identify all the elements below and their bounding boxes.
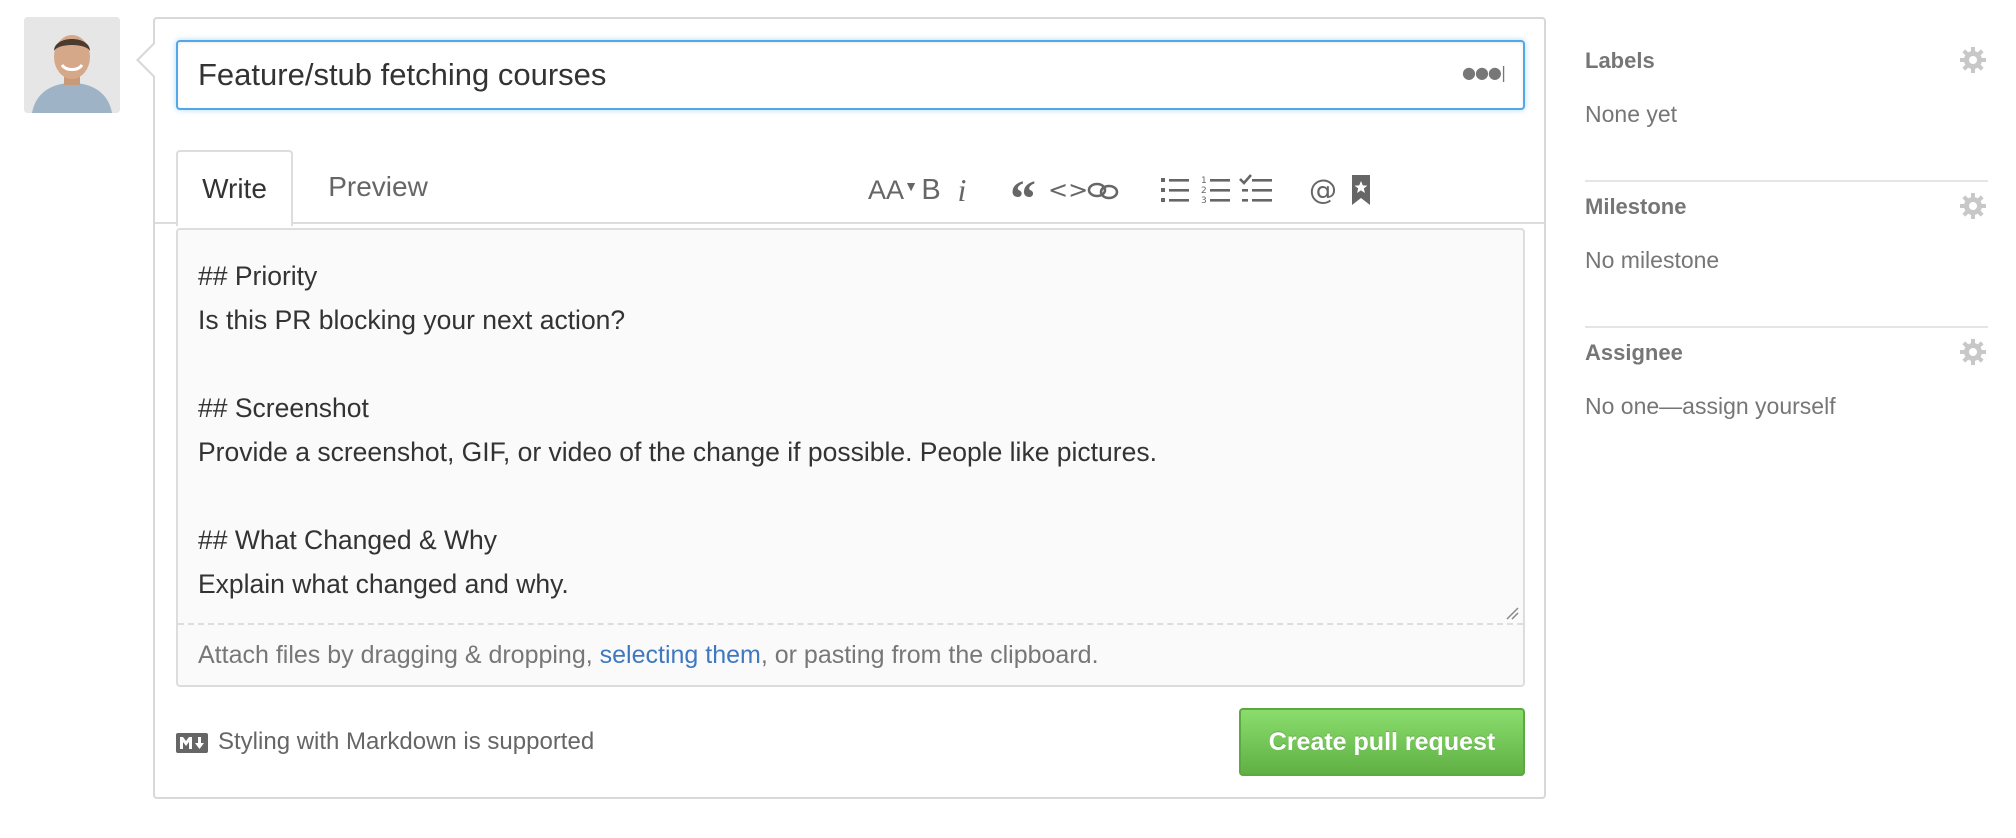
- unordered-list-icon[interactable]: [1159, 172, 1191, 208]
- pr-title-input[interactable]: [176, 40, 1525, 110]
- text-size-icon[interactable]: AA▼: [865, 172, 921, 208]
- caret-down-icon: ▼: [904, 178, 918, 194]
- mention-icon[interactable]: @: [1306, 172, 1340, 208]
- sidebar: Labels None yet Milestone No milestone A…: [1585, 36, 1988, 474]
- assignee-gear-icon[interactable]: [1958, 337, 1988, 367]
- markdown-icon: [176, 732, 208, 753]
- tab-preview[interactable]: Preview: [310, 150, 446, 226]
- code-icon[interactable]: <>: [1048, 172, 1088, 208]
- quote-icon[interactable]: “: [1007, 172, 1039, 228]
- assignee-value: No one—assign yourself: [1585, 392, 1836, 420]
- composer-caret-fill: [139, 44, 155, 76]
- milestone-heading: Milestone: [1585, 194, 1687, 219]
- svg-text:1: 1: [1201, 176, 1207, 186]
- task-list-icon[interactable]: [1238, 172, 1274, 208]
- text-size-glyph: AA: [868, 175, 905, 205]
- select-files-link[interactable]: selecting them: [600, 641, 761, 669]
- attach-files-text: Attach files by dragging & dropping,: [198, 641, 600, 669]
- pr-body-editor[interactable]: ## Priority Is this PR blocking your nex…: [176, 228, 1525, 687]
- avatar-image: [24, 17, 120, 113]
- assignee-none-text: No one—: [1585, 393, 1683, 419]
- ordered-list-icon[interactable]: 123: [1200, 172, 1232, 208]
- avatar[interactable]: [24, 17, 120, 113]
- attach-files-text-suffix: , or pasting from the clipboard.: [760, 641, 1099, 669]
- labels-value: None yet: [1585, 101, 1678, 127]
- svg-text:3: 3: [1201, 196, 1207, 206]
- pull-request-composer: ●●●| Write Preview AA▼ B i “ <> 123 @ ##…: [153, 17, 1546, 799]
- labels-heading: Labels: [1585, 48, 1655, 73]
- attach-files-bar[interactable]: Attach files by dragging & dropping, sel…: [178, 623, 1523, 685]
- editor-tabs: Write Preview AA▼ B i “ <> 123 @: [155, 132, 1544, 228]
- create-pull-request-button[interactable]: Create pull request: [1239, 708, 1525, 776]
- italic-icon[interactable]: i: [951, 172, 973, 208]
- assignee-heading: Assignee: [1585, 340, 1683, 365]
- milestone-gear-icon[interactable]: [1958, 191, 1988, 221]
- milestone-value: No milestone: [1585, 247, 1720, 273]
- svg-text:2: 2: [1201, 186, 1207, 196]
- bold-icon[interactable]: B: [917, 172, 945, 208]
- sidebar-milestone: Milestone No milestone: [1585, 182, 1988, 328]
- saved-reply-icon[interactable]: [1348, 172, 1374, 208]
- resize-grip-icon[interactable]: [1505, 606, 1519, 620]
- tab-write[interactable]: Write: [176, 150, 293, 226]
- assign-yourself-link[interactable]: assign yourself: [1682, 393, 1835, 419]
- sidebar-assignee: Assignee No one—assign yourself: [1585, 328, 1988, 474]
- markdown-support-label: Styling with Markdown is supported: [218, 728, 595, 755]
- labels-gear-icon[interactable]: [1958, 45, 1988, 75]
- sidebar-labels: Labels None yet: [1585, 36, 1988, 182]
- markdown-support-note[interactable]: Styling with Markdown is supported: [176, 727, 594, 757]
- pr-body-text[interactable]: ## Priority Is this PR blocking your nex…: [198, 254, 1503, 606]
- password-manager-icon[interactable]: ●●●|: [1462, 61, 1506, 85]
- link-icon[interactable]: [1085, 172, 1121, 208]
